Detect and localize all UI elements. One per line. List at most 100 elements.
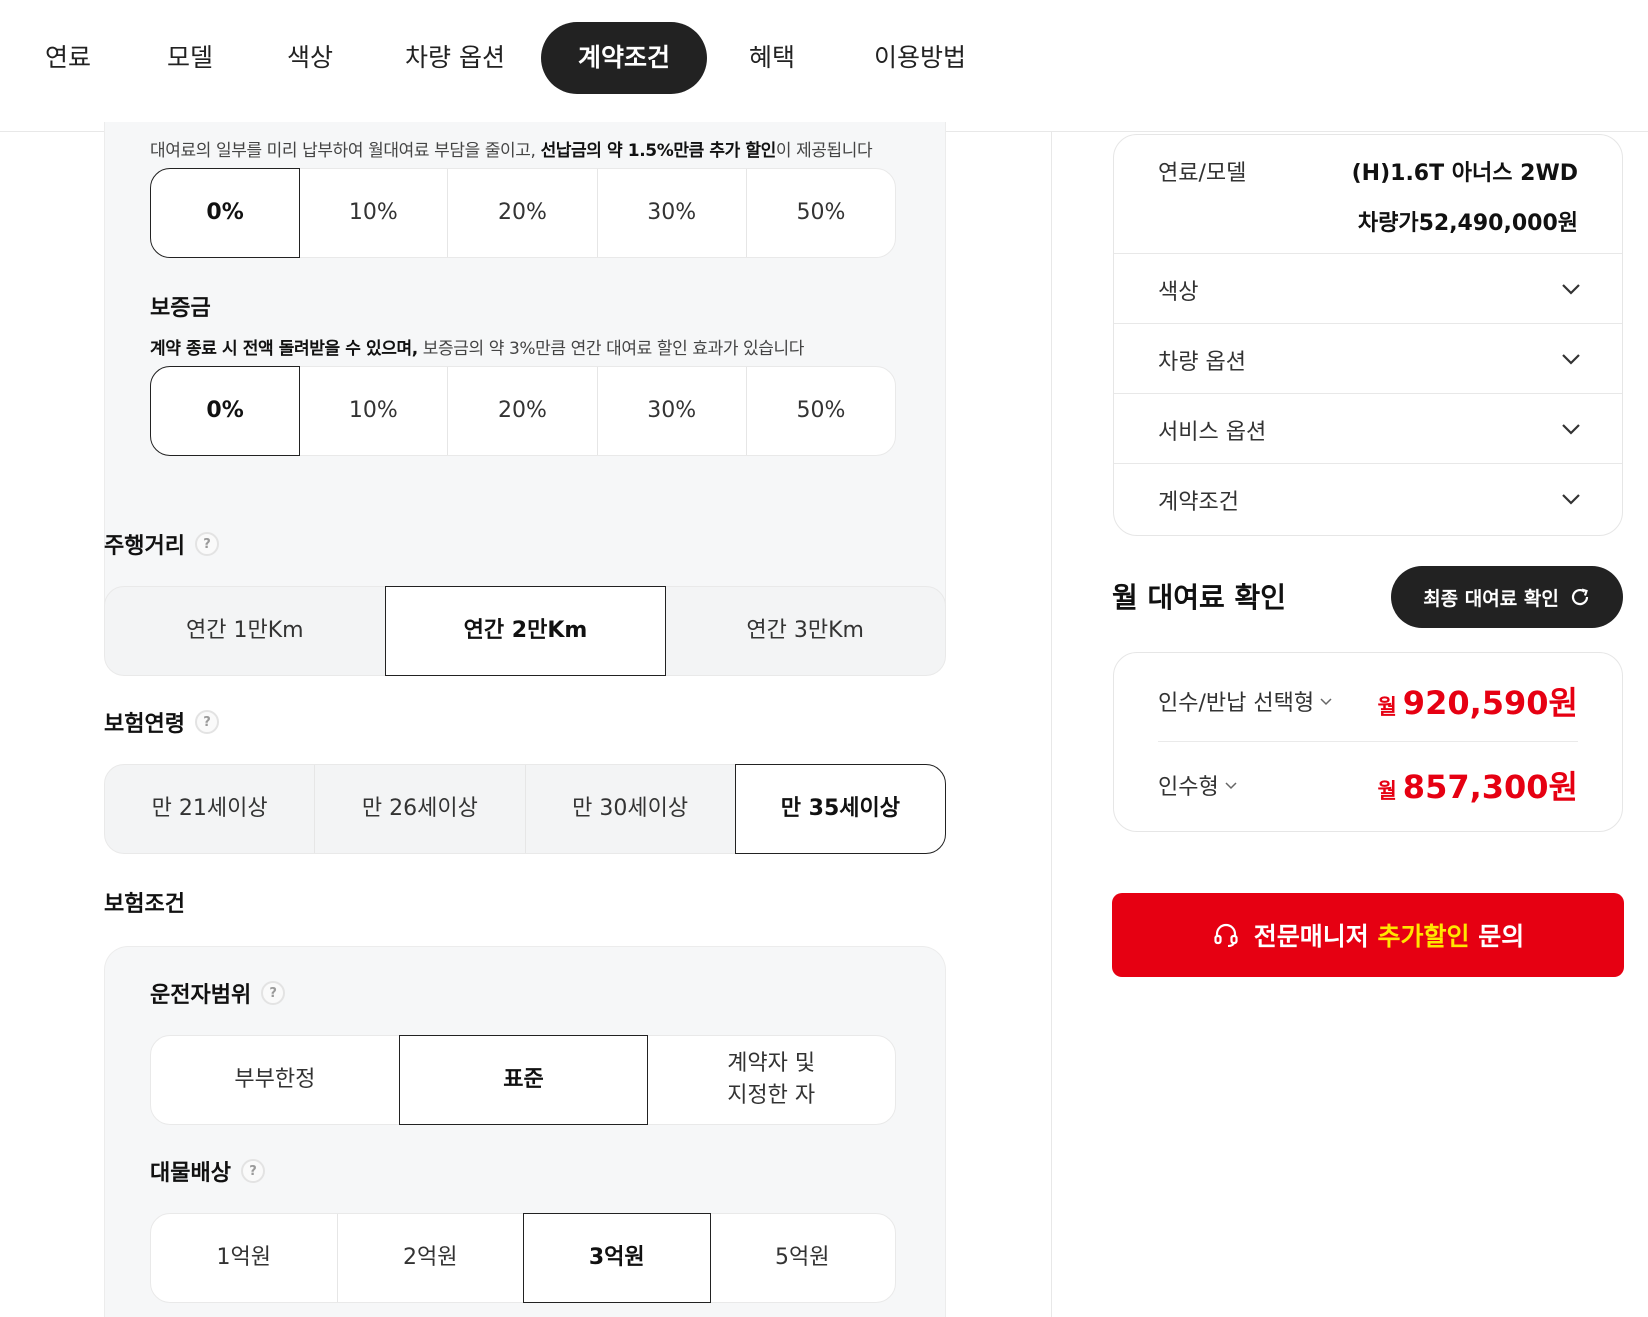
summary-row-label: 계약조건 — [1158, 490, 1239, 515]
cta-label: 전문매니저 추가할인 문의 — [1254, 917, 1524, 953]
mileage-selector: 연간 1만Km 연간 2만Km 연간 3만Km — [104, 586, 946, 676]
help-icon[interactable]: ? — [240, 1159, 265, 1183]
insurance-age-option-35[interactable]: 만 35세이상 — [734, 764, 946, 854]
chevron-down-icon — [1320, 698, 1332, 706]
insurance-age-selector: 만 21세이상 만 26세이상 만 30세이상 만 35세이상 — [104, 764, 946, 854]
deposit-option-50[interactable]: 50% — [747, 367, 895, 455]
deposit-option-30[interactable]: 30% — [598, 367, 747, 455]
deposit-note-text: 보증금의 약 3%만큼 연간 대여료 할인 효과가 있습니다 — [417, 339, 805, 359]
summary-row-label: 차량 옵션 — [1158, 350, 1246, 375]
monthly-price: 월 920,590원 — [1377, 678, 1578, 724]
prepayment-note-bold: 선납금의 약 1.5%만큼 추가 할인 — [540, 141, 777, 161]
mileage-title-text: 주행거리 — [104, 534, 185, 559]
price-options-card: 인수/반납 선택형 월 920,590원 인수형 월 857,300원 — [1113, 652, 1623, 832]
prepayment-option-20[interactable]: 20% — [448, 169, 598, 257]
property-damage-title: 대물배상 ? — [150, 1155, 265, 1187]
price-unit: 월 — [1377, 695, 1397, 719]
driver-scope-title-text: 운전자범위 — [150, 983, 252, 1008]
insurance-terms-title-text: 보험조건 — [104, 892, 185, 917]
monthly-price: 월 857,300원 — [1377, 762, 1578, 808]
property-damage-option-2[interactable]: 2억원 — [338, 1214, 524, 1302]
price-type-dropdown[interactable]: 인수/반납 선택형 — [1158, 685, 1334, 717]
mileage-option-30k[interactable]: 연간 3만Km — [665, 587, 945, 675]
tab-how-to-use[interactable]: 이용방법 — [855, 22, 985, 94]
summary-row-service-options[interactable]: 서비스 옵션 — [1114, 393, 1622, 463]
deposit-note-bold: 계약 종료 시 전액 돌려받을 수 있으며, — [150, 339, 418, 359]
property-damage-selector: 1억원 2억원 3억원 5억원 — [150, 1213, 896, 1303]
prepayment-note: 대여료의 일부를 미리 납부하여 월대여료 부담을 줄이고, 선납금의 약 1.… — [150, 136, 873, 161]
chevron-down-icon — [1562, 494, 1580, 505]
insurance-age-title-text: 보험연령 — [104, 712, 185, 737]
contract-options-column: 대여료의 일부를 미리 납부하여 월대여료 부담을 줄이고, 선납금의 약 1.… — [0, 122, 1052, 1317]
price-row-return-choice: 인수/반납 선택형 월 920,590원 — [1158, 659, 1578, 743]
prepayment-selector: 0% 10% 20% 30% 50% — [150, 168, 896, 258]
deposit-title-text: 보증금 — [150, 296, 211, 321]
property-damage-option-3[interactable]: 3억원 — [523, 1213, 711, 1303]
mileage-option-20k[interactable]: 연간 2만Km — [384, 586, 667, 676]
tab-model[interactable]: 모델 — [140, 22, 240, 94]
prepayment-option-10[interactable]: 10% — [299, 169, 449, 257]
prepayment-note-text: 대여료의 일부를 미리 납부하여 월대여료 부담을 줄이고, — [150, 141, 541, 161]
tab-fuel[interactable]: 연료 — [22, 22, 114, 94]
cta-label-end: 문의 — [1469, 922, 1525, 951]
chevron-down-icon — [1562, 284, 1580, 295]
summary-row-contract-terms[interactable]: 계약조건 — [1114, 463, 1622, 535]
price-amount: 857,300원 — [1402, 768, 1578, 806]
cta-label-text: 전문매니저 — [1253, 922, 1378, 951]
driver-scope-option-designated[interactable]: 계약자 및 지정한 자 — [647, 1036, 895, 1124]
help-icon[interactable]: ? — [261, 981, 286, 1005]
prepayment-option-30[interactable]: 30% — [598, 169, 747, 257]
deposit-note: 계약 종료 시 전액 돌려받을 수 있으며, 보증금의 약 3%만큼 연간 대여… — [150, 334, 804, 359]
vehicle-price: 차량가52,490,000원 — [1358, 205, 1578, 237]
tab-color[interactable]: 색상 — [260, 22, 360, 94]
deposit-title: 보증금 — [150, 290, 211, 322]
payment-panel: 대여료의 일부를 미리 납부하여 월대여료 부담을 줄이고, 선납금의 약 1.… — [104, 122, 946, 630]
tab-contract-terms[interactable]: 계약조건 — [541, 22, 707, 94]
summary-row-label: 색상 — [1158, 280, 1199, 305]
property-damage-title-text: 대물배상 — [150, 1161, 231, 1186]
deposit-option-10[interactable]: 10% — [299, 367, 449, 455]
top-tab-bar: 연료 모델 색상 차량 옵션 계약조건 혜택 이용방법 — [0, 0, 1648, 132]
fuel-model-value: (H)1.6T 아너스 2WD — [1351, 161, 1578, 186]
help-icon[interactable]: ? — [194, 710, 219, 734]
property-damage-option-1[interactable]: 1억원 — [151, 1214, 338, 1302]
prepayment-option-0[interactable]: 0% — [150, 168, 301, 258]
driver-scope-selector: 부부한정 표준 계약자 및 지정한 자 — [150, 1035, 896, 1125]
vehicle-price-label: 차량가 — [1357, 211, 1419, 236]
price-unit: 월 — [1377, 779, 1397, 803]
summary-row-label: 서비스 옵션 — [1158, 420, 1267, 445]
insurance-age-title: 보험연령 ? — [104, 706, 219, 738]
insurance-age-option-26[interactable]: 만 26세이상 — [315, 765, 526, 853]
tab-vehicle-options[interactable]: 차량 옵션 — [385, 22, 525, 94]
chevron-down-icon — [1225, 782, 1237, 790]
fuel-model-label: 연료/모델 — [1158, 161, 1247, 186]
price-type-dropdown[interactable]: 인수형 — [1158, 769, 1239, 801]
insurance-age-option-30[interactable]: 만 30세이상 — [526, 765, 736, 853]
expert-discount-inquiry-button[interactable]: 전문매니저 추가할인 문의 — [1112, 893, 1624, 977]
chevron-down-icon — [1562, 424, 1580, 435]
cta-highlight: 추가할인 — [1377, 922, 1470, 951]
divider — [1158, 741, 1578, 742]
summary-row-color[interactable]: 색상 — [1114, 253, 1622, 323]
monthly-rent-title: 월 대여료 확인 — [1112, 581, 1287, 614]
deposit-option-0[interactable]: 0% — [150, 366, 301, 456]
refresh-icon — [1571, 588, 1588, 606]
summary-row-vehicle-options[interactable]: 차량 옵션 — [1114, 323, 1622, 393]
property-damage-option-5[interactable]: 5억원 — [710, 1214, 896, 1302]
deposit-selector: 0% 10% 20% 30% 50% — [150, 366, 896, 456]
mileage-title: 주행거리 ? — [104, 528, 219, 560]
driver-scope-option-standard[interactable]: 표준 — [398, 1035, 649, 1125]
prepayment-option-50[interactable]: 50% — [747, 169, 895, 257]
deposit-option-20[interactable]: 20% — [448, 367, 598, 455]
vehicle-price-value: 52,490,000원 — [1418, 211, 1578, 236]
prepayment-note-text-end: 이 제공됩니다 — [775, 141, 873, 161]
price-type-label: 인수형 — [1158, 775, 1219, 800]
insurance-terms-panel: 운전자범위 ? 부부한정 표준 계약자 및 지정한 자 대물배상 ? 1억원 2… — [104, 946, 946, 1317]
driver-scope-option-couple[interactable]: 부부한정 — [151, 1036, 400, 1124]
final-rent-check-button[interactable]: 최종 대여료 확인 — [1391, 566, 1623, 628]
insurance-age-option-21[interactable]: 만 21세이상 — [105, 765, 316, 853]
tab-benefits[interactable]: 혜택 — [722, 22, 822, 94]
mileage-option-10k[interactable]: 연간 1만Km — [105, 587, 386, 675]
help-icon[interactable]: ? — [194, 532, 219, 556]
headset-icon — [1214, 923, 1238, 947]
